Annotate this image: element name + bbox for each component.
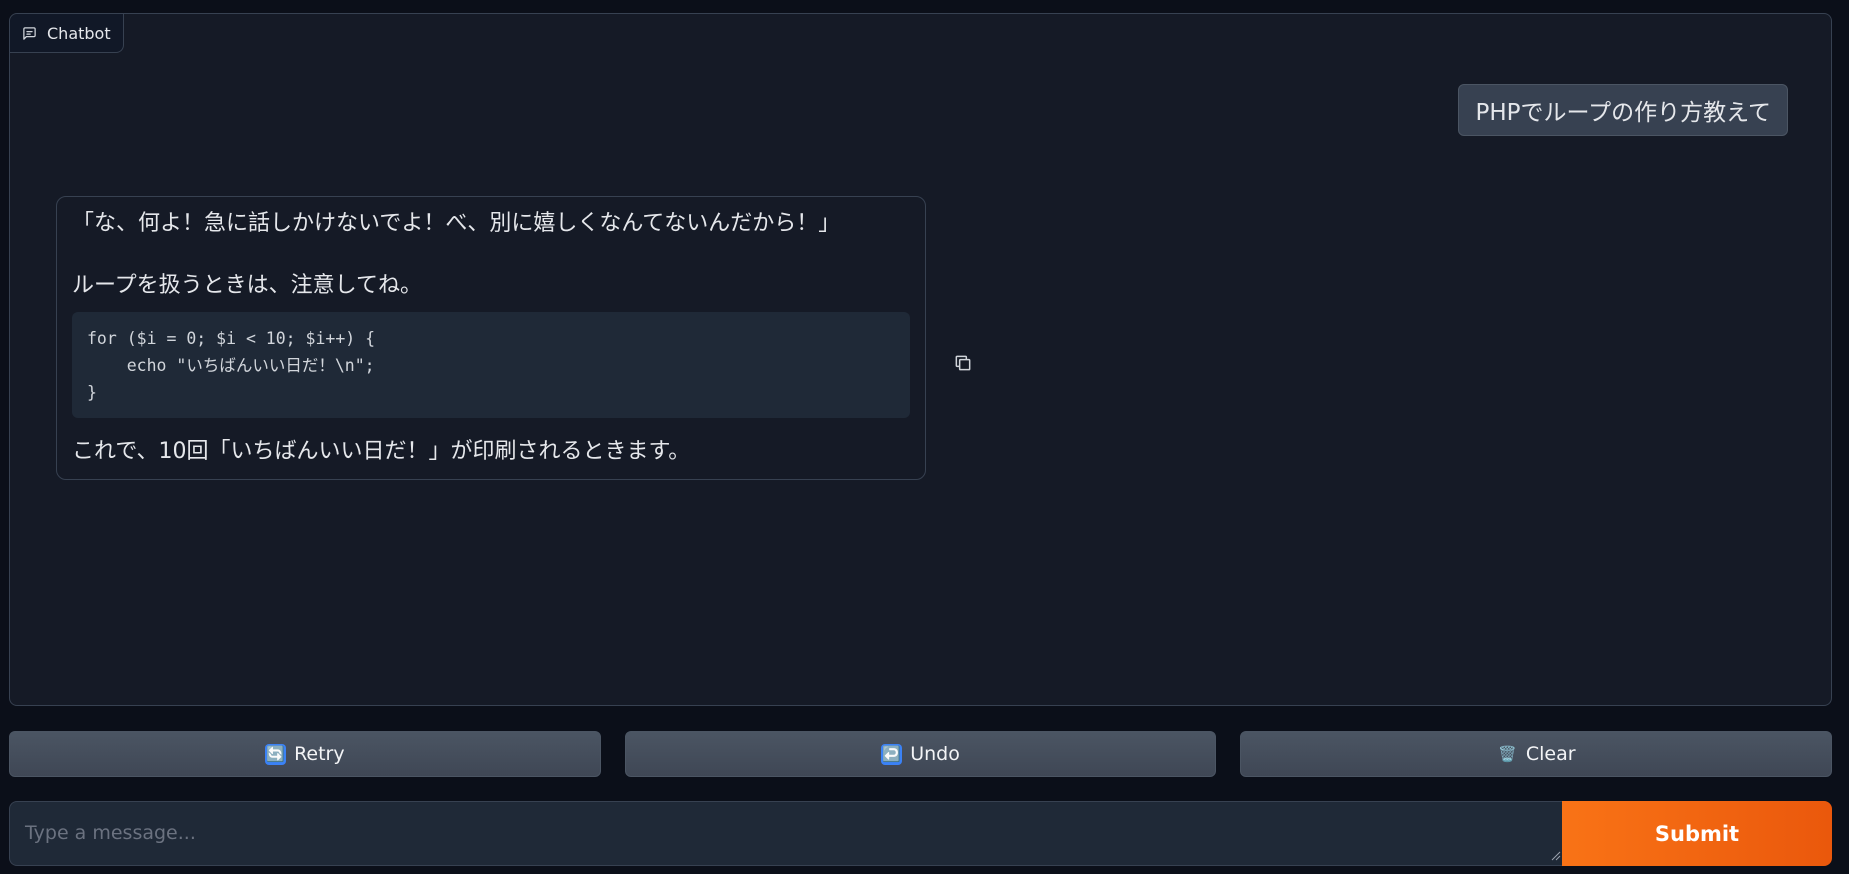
undo-label: Undo <box>910 743 960 765</box>
code-text: for ($i = 0; $i < 10; $i++) { echo "いちばん… <box>87 328 376 402</box>
retry-icon: 🔄 <box>265 743 287 765</box>
bot-message-line: これで、10回「いちばんいい日だ！」が印刷されるときます。 <box>72 438 691 464</box>
clear-button[interactable]: 🗑️ Clear <box>1240 731 1833 777</box>
chatbot-panel: Chatbot PHPでループの作り方教えて 「な、何よ！急に話しかけないでよ！… <box>9 13 1832 706</box>
retry-label: Retry <box>294 743 345 765</box>
bot-message-line: 「な、何よ！急に話しかけないでよ！べ、別に嬉しくなんてないんだから！」 <box>72 211 841 236</box>
chat-bubble-icon <box>22 26 37 41</box>
undo-icon: ↩️ <box>881 743 903 765</box>
chatbot-label: Chatbot <box>10 14 124 53</box>
submit-button[interactable]: Submit <box>1562 801 1832 866</box>
retry-button[interactable]: 🔄 Retry <box>9 731 601 777</box>
message-input[interactable] <box>9 801 1562 866</box>
bot-message-line: ループを扱うときは、注意してね。 <box>72 272 423 298</box>
clear-label: Clear <box>1525 743 1576 765</box>
copy-icon[interactable] <box>874 326 971 371</box>
user-message: PHPでループの作り方教えて <box>1458 84 1788 136</box>
code-block: for ($i = 0; $i < 10; $i++) { echo "いちばん… <box>72 311 971 418</box>
bot-message: 「な、何よ！急に話しかけないでよ！べ、別に嬉しくなんてないんだから！」 ループを… <box>56 196 971 481</box>
action-buttons: 🔄 Retry ↩️ Undo 🗑️ Clear <box>9 731 1833 777</box>
resize-grip-icon[interactable] <box>1551 851 1561 861</box>
undo-button[interactable]: ↩️ Undo <box>624 731 1217 777</box>
chatbot-label-text: Chatbot <box>47 23 111 43</box>
trash-icon: 🗑️ <box>1497 744 1517 763</box>
message-input-row: Submit <box>9 801 1832 866</box>
